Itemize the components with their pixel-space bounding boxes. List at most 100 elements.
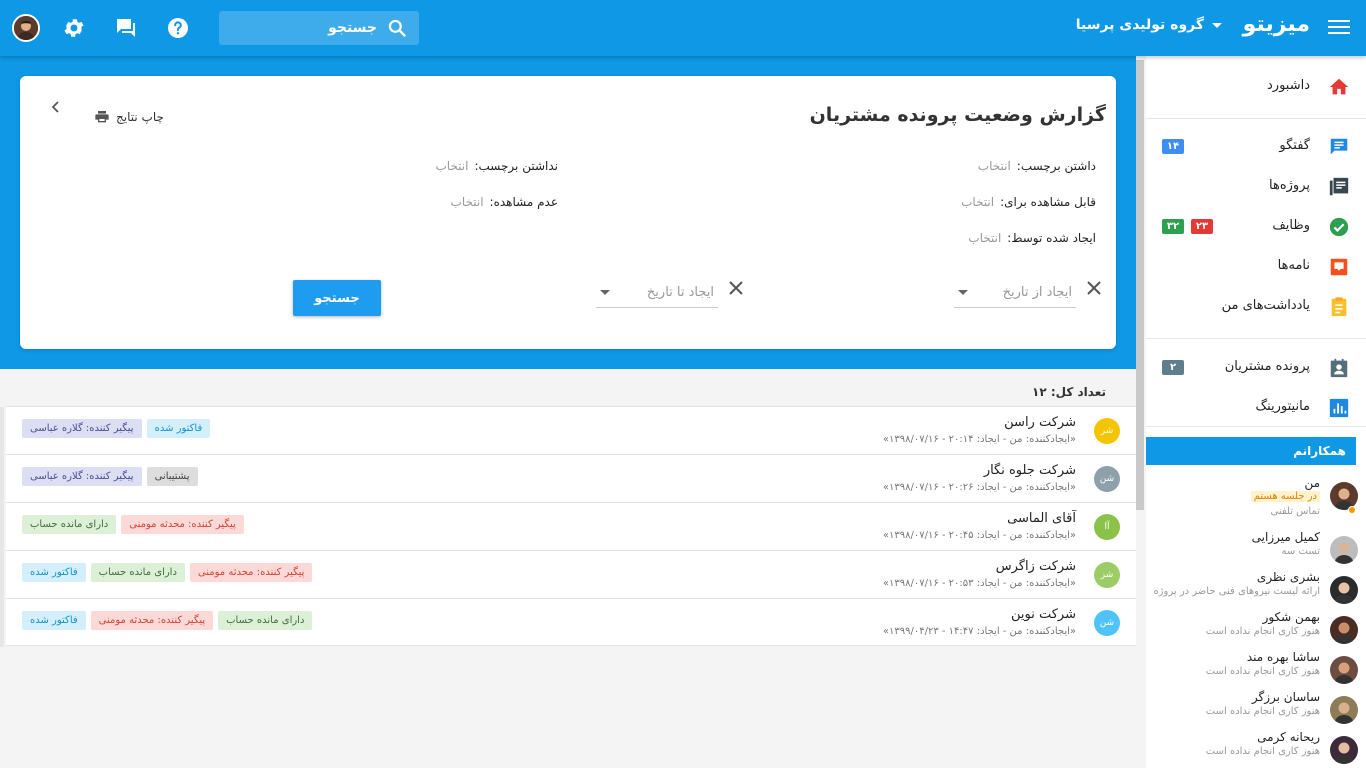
- colleague-item[interactable]: من در جلسه هستم تماس تلفنی: [1146, 476, 1366, 517]
- sidebar-item-notes[interactable]: یادداشت‌های من: [1146, 286, 1366, 326]
- tag[interactable]: دارای مانده حساب: [22, 515, 117, 534]
- avatar: [1330, 576, 1358, 604]
- filter-has-label-label: داشتن برچسب:: [1016, 159, 1096, 173]
- tag[interactable]: پیگیر کننده: گلاره عباسی: [22, 467, 142, 486]
- table-row[interactable]: شن شرکت جلوه نگار «ایجادکننده: من - ایجاد:…: [0, 454, 1136, 503]
- row-indicator: [0, 455, 4, 503]
- filter-not-visible: عدم مشاهده: انتخاب: [451, 195, 558, 209]
- sidebar-item-label: گفتگو: [1279, 138, 1310, 153]
- filter-created-by-value[interactable]: انتخاب: [968, 231, 1001, 245]
- date-from-field[interactable]: ایجاد از تاریخ: [954, 278, 1076, 308]
- table-row[interactable]: شز شرکت زاگرس «ایجادکننده: من - ایجاد: ۲۰:…: [0, 550, 1136, 599]
- customer-avatar: شز: [1094, 562, 1120, 588]
- colleague-item[interactable]: بهمن شکور هنوز کاری انجام نداده است: [1146, 610, 1366, 650]
- colleague-item[interactable]: کمیل میرزایی تست سه: [1146, 530, 1366, 570]
- search-input[interactable]: [237, 20, 377, 36]
- avatar: [1330, 736, 1358, 764]
- main-scrollbar[interactable]: [1136, 60, 1144, 510]
- customer-name[interactable]: شرکت راسن: [1004, 415, 1076, 430]
- count-badge: ۳۲: [1162, 219, 1184, 234]
- tag[interactable]: پیگیر کننده: محدثه مومنی: [121, 515, 244, 534]
- colleague-item[interactable]: ساشا بهره مند هنوز کاری انجام نداده است: [1146, 650, 1366, 690]
- filter-not-visible-value[interactable]: انتخاب: [451, 195, 484, 209]
- sidebar-item-tasks[interactable]: وظایف ۳۲ ۲۳: [1146, 206, 1366, 246]
- colleague-status: هنوز کاری انجام نداده است: [1205, 746, 1320, 757]
- tag[interactable]: فاکتور شده: [146, 419, 211, 438]
- projects-icon: [1329, 177, 1349, 196]
- top-bar: میزیتو گروه تولیدی پرسیا: [0, 0, 1366, 56]
- tag[interactable]: پیگیر کننده: محدثه مومنی: [90, 611, 214, 630]
- tag[interactable]: پشتیبانی: [146, 467, 198, 486]
- tag[interactable]: فاکتور شده: [22, 563, 86, 582]
- tag-group: پیگیر کننده: گلاره عباسی فاکتور شده: [22, 419, 211, 438]
- tag-group: پیگیر کننده: گلاره عباسی پشتیبانی: [22, 467, 198, 486]
- sidebar-item-monitoring[interactable]: مانیتورینگ: [1146, 387, 1366, 427]
- tag[interactable]: فاکتور شده: [22, 611, 86, 630]
- tag[interactable]: پیگیر کننده: محدثه مومنی: [189, 563, 313, 582]
- divider: [1146, 338, 1366, 339]
- user-avatar[interactable]: [12, 14, 40, 42]
- colleague-item[interactable]: بشری نظری ارائه لیست نیروهای فنی حاضر در …: [1146, 570, 1366, 610]
- avatar: [1330, 536, 1358, 564]
- search-icon: [388, 19, 406, 37]
- sidebar-item-home[interactable]: داشبورد: [1146, 66, 1366, 106]
- count-badge: ۲۳: [1191, 219, 1213, 234]
- chevron-left-icon[interactable]: [50, 98, 62, 119]
- customer-avatar: آا: [1094, 514, 1120, 540]
- customer-name[interactable]: شرکت زاگرس: [996, 559, 1076, 574]
- sidebar-item-projects[interactable]: پروژه‌ها: [1146, 166, 1366, 206]
- report-filter-card: گزارش وضعیت پرونده مشتریان چاپ نتایج داش…: [20, 76, 1116, 349]
- brand-logo[interactable]: میزیتو: [1243, 12, 1310, 37]
- divider: [1146, 426, 1366, 427]
- sidebar-item-label: پرونده مشتریان: [1224, 359, 1310, 374]
- colleague-name: من: [1304, 476, 1320, 490]
- customer-list: شر شرکت راسن «ایجادکننده: من - ایجاد: ۲۰:۱…: [0, 406, 1136, 647]
- printer-icon: [95, 111, 109, 123]
- sidebar-item-label: پروژه‌ها: [1269, 178, 1310, 193]
- filter-visible-for-value[interactable]: انتخاب: [961, 195, 994, 209]
- tag[interactable]: دارای مانده حساب: [218, 611, 313, 630]
- sidebar-item-customer-files[interactable]: پرونده مشتریان ۲: [1146, 347, 1366, 387]
- colleague-status: هنوز کاری انجام نداده است: [1205, 706, 1320, 717]
- colleagues-header: همکارانم: [1146, 437, 1356, 465]
- help-icon[interactable]: [166, 16, 190, 40]
- customer-name[interactable]: آقای الماسی: [1007, 511, 1076, 526]
- customer-meta: «ایجادکننده: من - ایجاد: ۲۰:۲۶ - ۱۳۹۸/۰۷…: [882, 482, 1076, 493]
- row-indicator: [0, 407, 4, 455]
- customer-name[interactable]: شرکت جلوه نگار: [984, 463, 1076, 478]
- table-row[interactable]: شر شرکت راسن «ایجادکننده: من - ایجاد: ۲۰:۱…: [0, 406, 1136, 455]
- tag-group: فاکتور شده پیگیر کننده: محدثه مومنی دارای …: [22, 611, 313, 630]
- org-selector[interactable]: گروه تولیدی پرسیا: [1076, 17, 1222, 33]
- date-to-field[interactable]: ایجاد تا تاریخ: [596, 278, 718, 308]
- colleague-status: تماس تلفنی: [1270, 506, 1320, 517]
- tag[interactable]: دارای مانده حساب: [90, 563, 185, 582]
- colleague-status: هنوز کاری انجام نداده است: [1205, 626, 1320, 637]
- customer-files-icon: [1330, 358, 1348, 378]
- date-from-placeholder: ایجاد از تاریخ: [1002, 285, 1072, 300]
- settings-icon[interactable]: [62, 16, 86, 40]
- customer-avatar: شن: [1094, 610, 1120, 636]
- chat-icon: [1330, 138, 1348, 155]
- clear-date-to-icon[interactable]: [726, 278, 746, 298]
- filter-no-label-value[interactable]: انتخاب: [435, 159, 468, 173]
- customer-name[interactable]: شرکت نوین: [1011, 607, 1076, 622]
- table-row[interactable]: شن شرکت نوین «ایجادکننده: من - ایجاد: ۱۴:۴…: [0, 598, 1136, 647]
- sidebar-item-label: مانیتورینگ: [1255, 399, 1310, 414]
- table-row[interactable]: آا آقای الماسی «ایجادکننده: من - ایجاد: ۲۰…: [0, 502, 1136, 551]
- messages-icon[interactable]: [114, 16, 138, 40]
- date-to-placeholder: ایجاد تا تاریخ: [646, 285, 714, 300]
- menu-icon[interactable]: [1328, 16, 1350, 40]
- filter-created-by-label: ایجاد شده توسط:: [1007, 231, 1096, 245]
- filter-has-label-value[interactable]: انتخاب: [978, 159, 1011, 173]
- colleague-item[interactable]: ریحانه کرمی هنوز کاری انجام نداده است: [1146, 730, 1366, 768]
- sidebar-item-letters[interactable]: نامه‌ها: [1146, 246, 1366, 286]
- sidebar-item-chat[interactable]: گفتگو ۱۴: [1146, 126, 1366, 166]
- clear-date-from-icon[interactable]: [1084, 278, 1104, 298]
- print-results-button[interactable]: چاپ نتایج: [94, 109, 164, 125]
- search-button[interactable]: جستجو: [293, 280, 381, 316]
- row-indicator: [0, 599, 4, 647]
- colleague-item[interactable]: ساسان برزگر هنوز کاری انجام نداده است: [1146, 690, 1366, 730]
- customer-meta: «ایجادکننده: من - ایجاد: ۲۰:۱۴ - ۱۳۹۸/۰۷…: [882, 434, 1076, 445]
- tag[interactable]: پیگیر کننده: گلاره عباسی: [22, 419, 142, 438]
- search-box[interactable]: [219, 11, 419, 45]
